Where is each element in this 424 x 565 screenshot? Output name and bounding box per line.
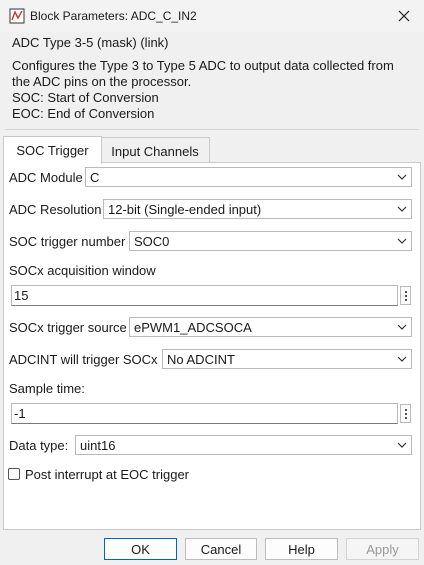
chevron-down-icon	[397, 174, 407, 180]
data-type-value: uint16	[80, 437, 116, 453]
chevron-down-icon	[397, 442, 407, 448]
adcint-trigger-label: ADCINT will trigger SOCx	[9, 352, 158, 367]
trigger-source-select[interactable]: ePWM1_ADCSOCA	[129, 317, 412, 337]
ok-button[interactable]: OK	[104, 538, 177, 560]
cancel-button[interactable]: Cancel	[185, 538, 257, 560]
sample-time-menu-button[interactable]	[400, 404, 411, 423]
chevron-down-icon	[397, 238, 407, 244]
adc-resolution-select[interactable]: 12-bit (Single-ended input)	[103, 199, 412, 219]
tab-strip: SOC Trigger Input Channels	[3, 136, 421, 164]
apply-button[interactable]: Apply	[346, 538, 419, 560]
acquisition-window-menu-button[interactable]	[400, 286, 411, 305]
kebab-menu-icon	[404, 290, 407, 293]
trigger-source-value: ePWM1_ADCSOCA	[134, 319, 252, 335]
data-type-select[interactable]: uint16	[75, 435, 412, 455]
chevron-down-icon	[397, 206, 407, 212]
soc-trigger-number-value: SOC0	[134, 233, 170, 249]
trigger-source-label: SOCx trigger source	[9, 320, 127, 335]
window-title: Block Parameters: ADC_C_IN2	[30, 9, 197, 23]
simulink-block-icon	[9, 8, 25, 24]
mask-description: ADC Type 3-5 (mask) (link) Configures th…	[5, 32, 419, 130]
adc-module-select[interactable]: C	[85, 167, 412, 187]
data-type-label: Data type:	[9, 438, 69, 453]
mask-heading: ADC Type 3-5 (mask) (link)	[12, 35, 169, 50]
adc-module-value: C	[90, 169, 100, 185]
adc-resolution-label: ADC Resolution	[9, 202, 102, 217]
soc-trigger-number-select[interactable]: SOC0	[129, 231, 412, 251]
sample-time-input[interactable]: -1	[11, 403, 398, 424]
chevron-down-icon	[397, 324, 407, 330]
adc-module-label: ADC Module	[9, 170, 83, 185]
chevron-down-icon	[397, 356, 407, 362]
adc-resolution-value: 12-bit (Single-ended input)	[108, 201, 262, 217]
mask-description-text: Configures the Type 3 to Type 5 ADC to o…	[12, 58, 412, 122]
description-line: SOC: Start of Conversion	[12, 90, 159, 105]
tab-soc-trigger[interactable]: SOC Trigger	[3, 136, 102, 164]
description-line: the ADC pins on the processor.	[12, 74, 192, 89]
post-interrupt-label: Post interrupt at EOC trigger	[25, 467, 190, 482]
close-button[interactable]	[392, 4, 416, 28]
tab-input-channels[interactable]: Input Channels	[100, 137, 210, 164]
description-line: Configures the Type 3 to Type 5 ADC to o…	[12, 58, 394, 73]
adcint-trigger-value: No ADCINT	[167, 351, 235, 367]
post-interrupt-checkbox[interactable]	[8, 468, 20, 480]
acquisition-window-input[interactable]: 15	[11, 285, 398, 306]
title-bar: Block Parameters: ADC_C_IN2	[0, 0, 424, 32]
description-line: EOC: End of Conversion	[12, 106, 155, 121]
help-button[interactable]: Help	[265, 538, 338, 560]
close-icon	[398, 10, 410, 22]
soc-trigger-number-label: SOC trigger number	[9, 234, 126, 249]
adcint-trigger-select[interactable]: No ADCINT	[162, 349, 412, 369]
acquisition-window-label: SOCx acquisition window	[9, 263, 156, 278]
sample-time-label: Sample time:	[9, 381, 85, 396]
kebab-menu-icon	[404, 408, 407, 411]
